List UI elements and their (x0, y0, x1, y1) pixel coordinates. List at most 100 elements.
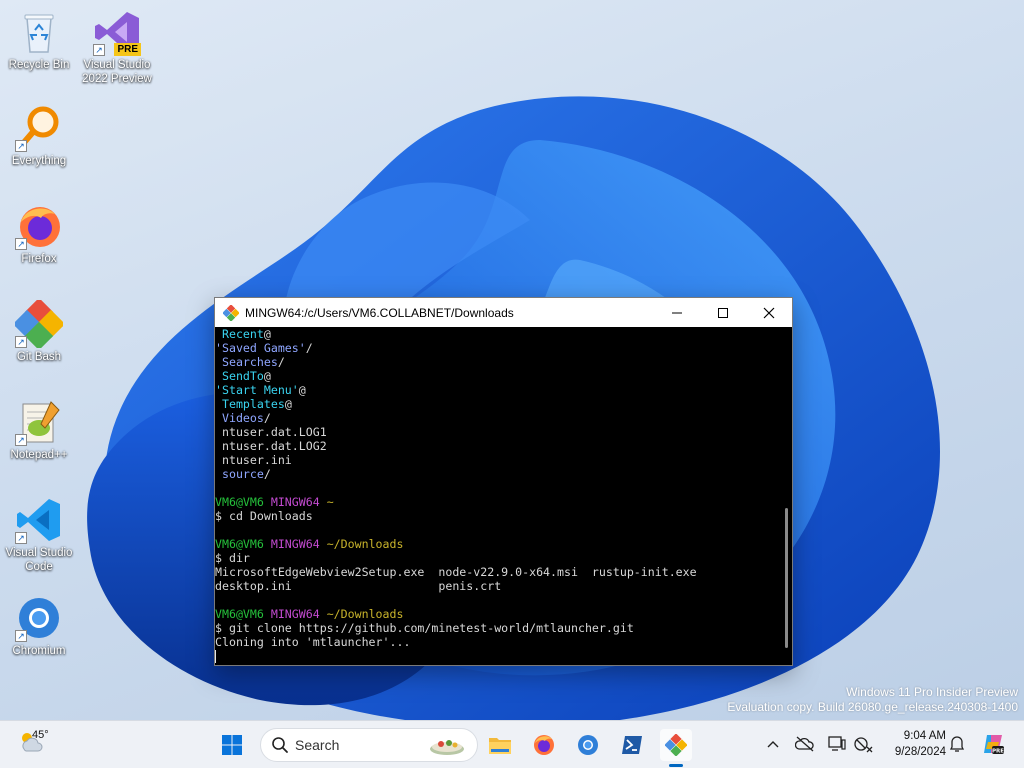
weather-temp: 45° (32, 729, 49, 741)
terminal-text: 'Start Menu' (215, 383, 299, 397)
desktop-icon-visual-studio[interactable]: ↗ PRE Visual Studio 2022 Preview (78, 8, 156, 86)
show-hidden-icons-button[interactable] (762, 733, 784, 755)
windows-start-icon (222, 735, 242, 755)
terminal-text: @ (263, 327, 271, 341)
terminal-line: desktop.ini penis.crt (215, 579, 779, 593)
shortcut-arrow-icon: ↗ (15, 140, 27, 152)
notifications-button[interactable] (946, 733, 968, 755)
terminal-text: MINGW64 (270, 537, 327, 551)
terminal-text: Recent (215, 327, 264, 341)
terminal-line: MicrosoftEdgeWebview2Setup.exe node-v22.… (215, 565, 779, 579)
mingw64-terminal-window[interactable]: MINGW64:/c/Users/VM6.COLLABNET/Downloads… (214, 297, 793, 666)
bell-icon (949, 736, 965, 752)
terminal-text: $ cd Downloads (215, 509, 313, 523)
taskbar: 45° Search 9:04 AM 9/28/2024 PRE (0, 720, 1024, 768)
terminal-text: ntuser.dat.LOG2 (215, 439, 327, 453)
terminal-text: @ (298, 383, 306, 397)
terminal-line: VM6@VM6 MINGW64 ~/Downloads (215, 607, 779, 621)
desktop-icon-label: Visual Studio Code (5, 547, 73, 573)
desktop-icon-label: Recycle Bin (8, 59, 70, 71)
terminal-line: Recent@ (215, 327, 779, 341)
taskbar-chromium[interactable] (572, 729, 604, 761)
taskbar-git-bash[interactable] (660, 729, 692, 767)
evaluation-watermark: Windows 11 Pro Insider Preview Evaluatio… (727, 685, 1018, 715)
terminal-line (215, 649, 779, 663)
recycle-bin-icon (15, 8, 63, 56)
cloud-offline-icon (795, 736, 814, 752)
taskbar-search-box[interactable]: Search (260, 728, 478, 762)
minimize-button[interactable] (654, 298, 700, 327)
chromium-icon (578, 735, 598, 755)
window-title: MINGW64:/c/Users/VM6.COLLABNET/Downloads (245, 305, 514, 320)
terminal-line: $ git clone https://github.com/minetest-… (215, 621, 779, 635)
shortcut-arrow-icon: ↗ (15, 336, 27, 348)
tray-display[interactable] (826, 733, 848, 755)
desktop-icon-everything[interactable]: ↗ Everything (0, 104, 78, 168)
terminal-text: ~/Downloads (326, 607, 404, 621)
search-label: Search (295, 737, 340, 753)
desktop-icon-label: Visual Studio 2022 Preview (82, 59, 152, 85)
taskbar-file-explorer[interactable] (484, 729, 516, 761)
firefox-icon: ↗ (15, 202, 63, 250)
search-highlight-icon (430, 740, 464, 755)
search-icon (272, 737, 288, 753)
terminal-text: MINGW64 (270, 495, 327, 509)
terminal-text: SendTo (215, 369, 264, 383)
terminal-text: ntuser.dat.LOG1 (215, 425, 327, 439)
shortcut-arrow-icon: ↗ (15, 434, 27, 446)
window-titlebar[interactable]: MINGW64:/c/Users/VM6.COLLABNET/Downloads (215, 298, 792, 327)
terminal-line: ntuser.dat.LOG2 (215, 439, 779, 453)
terminal-text: ntuser.ini (215, 453, 292, 467)
shortcut-arrow-icon: ↗ (15, 630, 27, 642)
desktop-icon-firefox[interactable]: ↗ Firefox (0, 202, 78, 266)
tray-onedrive[interactable] (794, 733, 816, 755)
terminal-text: 'Saved Games' (215, 341, 306, 355)
chevron-up-icon (767, 741, 779, 748)
terminal-text: VM6@VM6 (215, 537, 271, 551)
terminal-line: VM6@VM6 MINGW64 ~ (215, 495, 779, 509)
terminal-text: @ (284, 397, 292, 411)
taskbar-start-button[interactable] (216, 729, 248, 761)
desktop-icon-label: Everything (11, 155, 67, 167)
desktop-icon-label: Notepad++ (10, 449, 68, 461)
clock-time: 9:04 AM (903, 730, 946, 742)
pre-badge-text: PRE (992, 749, 1004, 755)
desktop-icon-chromium[interactable]: ↗ Chromium (0, 594, 78, 658)
desktop: Recycle Bin ↗ PRE Visual Studio 2022 Pre… (0, 0, 1024, 720)
watermark-line-1: Windows 11 Pro Insider Preview (846, 685, 1018, 699)
terminal-scrollbar[interactable] (785, 508, 788, 648)
copilot-button[interactable]: PRE (980, 731, 1006, 757)
close-button[interactable] (746, 298, 792, 327)
desktop-icon-git-bash[interactable]: ↗ Git Bash (0, 297, 78, 364)
terminal-text: MINGW64 (270, 607, 327, 621)
terminal-text: VM6@VM6 (215, 607, 271, 621)
maximize-icon (718, 307, 728, 318)
terminal-text: / (263, 411, 271, 425)
terminal-cursor (215, 650, 216, 663)
taskbar-firefox[interactable] (528, 729, 560, 761)
shortcut-arrow-icon: ↗ (93, 44, 105, 56)
desktop-icon-recycle-bin[interactable]: Recycle Bin (0, 8, 78, 72)
tray-network[interactable] (852, 733, 874, 755)
terminal-text: @ (263, 369, 271, 383)
powershell-icon (622, 736, 642, 754)
folder-icon (489, 738, 511, 754)
desktop-icon-vscode[interactable]: ↗ Visual Studio Code (0, 496, 78, 574)
firefox-icon (534, 735, 554, 755)
taskbar-clock[interactable]: 9:04 AM 9/28/2024 (880, 728, 946, 760)
copilot-icon: PRE (984, 735, 1004, 755)
clock-date: 9/28/2024 (894, 746, 946, 758)
terminal-output[interactable]: Recent@ 'Saved Games'/ Searches/ SendTo@ '… (215, 327, 779, 665)
taskbar-powershell[interactable] (616, 729, 648, 761)
minimize-icon (672, 312, 682, 313)
terminal-text: / (277, 355, 285, 369)
desktop-icon-notepadpp[interactable]: ↗ Notepad++ (0, 398, 78, 462)
maximize-button[interactable] (700, 298, 746, 327)
terminal-line: ntuser.dat.LOG1 (215, 425, 779, 439)
terminal-line: VM6@VM6 MINGW64 ~/Downloads (215, 537, 779, 551)
terminal-text: source (215, 467, 264, 481)
weather-widget[interactable]: 45° (18, 729, 49, 755)
